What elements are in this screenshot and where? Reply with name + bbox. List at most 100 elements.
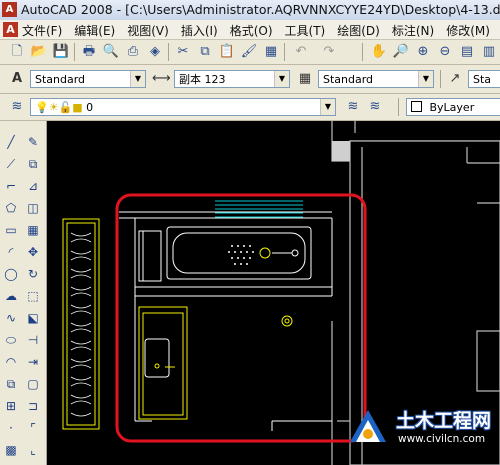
wall-column [332, 141, 350, 161]
toolbar-separator [362, 43, 363, 61]
text-style-value: Standard [35, 73, 86, 86]
plot-preview-icon[interactable]: 🔍 [102, 43, 120, 61]
menu-file[interactable]: 文件(F) [22, 22, 62, 39]
ellipse-icon[interactable]: ⬭ [2, 331, 20, 349]
table-style-icon[interactable]: ▦ [296, 70, 314, 88]
circle-icon[interactable]: ◯ [2, 265, 20, 283]
chevron-down-icon[interactable]: ▼ [130, 71, 145, 87]
fillet-icon[interactable]: ⌞ [24, 441, 42, 459]
design-center-icon[interactable]: ▥ [480, 43, 498, 61]
trim-icon[interactable]: ⊣ [24, 331, 42, 349]
ellipse-arc-icon[interactable]: ◠ [2, 353, 20, 371]
cut-icon[interactable]: ✂ [174, 43, 192, 61]
zoom-realtime-icon[interactable]: 🔎 [392, 43, 410, 61]
rectangle-icon[interactable]: ▭ [2, 221, 20, 239]
table-style-value: Standard [323, 73, 374, 86]
chevron-down-icon[interactable]: ▼ [418, 71, 433, 87]
3d-dwf-icon[interactable]: ◈ [146, 43, 164, 61]
break-icon[interactable]: ▢ [24, 375, 42, 393]
menu-view[interactable]: 视图(V) [127, 22, 169, 39]
save-icon[interactable]: 💾 [52, 43, 70, 61]
pan-icon[interactable]: ✋ [370, 43, 388, 61]
stretch-icon[interactable]: ⬕ [24, 309, 42, 327]
toolbar-separator [74, 43, 75, 61]
table-style-dropdown[interactable]: Standard ▼ [318, 70, 434, 88]
arc-icon[interactable]: ◜ [2, 243, 20, 261]
toolbar-separator [168, 43, 169, 61]
menu-modify[interactable]: 修改(M) [446, 22, 490, 39]
make-current-layer-icon[interactable]: ≋ [344, 98, 362, 116]
current-layer-value: 0 [86, 101, 94, 114]
color-control-dropdown[interactable]: ByLayer [406, 98, 500, 116]
open-file-icon[interactable]: 📂 [30, 43, 48, 61]
text-style-dropdown[interactable]: Standard ▼ [30, 70, 146, 88]
paste-icon[interactable]: 📋 [218, 43, 236, 61]
chevron-down-icon[interactable]: ▼ [320, 99, 335, 115]
menu-dimension[interactable]: 标注(N) [392, 22, 434, 39]
title-bar: A AutoCAD 2008 - [C:\Users\Administrator… [0, 0, 500, 21]
dimension-style-dropdown[interactable]: 副本 123 ▼ [174, 70, 290, 88]
print-icon[interactable]: 🖶 [80, 43, 98, 61]
offset-icon[interactable]: ◫ [24, 199, 42, 217]
zoom-previous-icon[interactable]: ⊖ [436, 43, 454, 61]
layer-previous-icon[interactable]: ≋ [366, 98, 384, 116]
zoom-window-icon[interactable]: ⊕ [414, 43, 432, 61]
polygon-icon[interactable]: ⬠ [2, 199, 20, 217]
text-style-icon[interactable]: A [8, 70, 26, 88]
erase-icon[interactable]: ✎ [24, 133, 42, 151]
copy-icon[interactable]: ⧉ [196, 43, 214, 61]
layers-toolbar: ≋ 💡☀🔓■ 0 ▼ ≋ ≋ ByLayer [0, 94, 500, 121]
multileader-style-value: Sta [473, 73, 492, 86]
match-properties-icon[interactable]: 🖌 [240, 43, 258, 61]
revision-cloud-icon[interactable]: ☁ [2, 287, 20, 305]
menu-bar: A 文件(F) 编辑(E) 视图(V) 插入(I) 格式(O) 工具(T) 绘图… [0, 20, 500, 40]
new-file-icon[interactable]: 🗋 [8, 43, 26, 61]
multileader-style-icon[interactable]: ↗ [446, 70, 464, 88]
autocad-app-icon[interactable]: A [2, 2, 17, 17]
watermark-url: www.civilcn.com [398, 433, 486, 445]
hatch-icon[interactable]: ▩ [2, 441, 20, 459]
properties-icon[interactable]: ▤ [458, 43, 476, 61]
window-title: AutoCAD 2008 - [C:\Users\Administrator.A… [21, 2, 500, 17]
menu-tools[interactable]: 工具(T) [285, 22, 326, 39]
point-icon[interactable]: · [2, 419, 20, 437]
multileader-style-dropdown[interactable]: Sta [468, 70, 500, 88]
menu-format[interactable]: 格式(O) [230, 22, 273, 39]
undo-icon[interactable]: ↶ [292, 43, 310, 61]
make-block-icon[interactable]: ⊞ [2, 397, 20, 415]
chamfer-icon[interactable]: ⌜ [24, 419, 42, 437]
join-icon[interactable]: ⊐ [24, 397, 42, 415]
extend-icon[interactable]: ⇥ [24, 353, 42, 371]
redo-icon[interactable]: ↷ [320, 43, 338, 61]
chevron-down-icon[interactable]: ▼ [274, 71, 289, 87]
spline-icon[interactable]: ∿ [2, 309, 20, 327]
menu-edit[interactable]: 编辑(E) [74, 22, 115, 39]
construction-line-icon[interactable]: ⟋ [2, 155, 20, 173]
rotate-icon[interactable]: ↻ [24, 265, 42, 283]
color-control-value: ByLayer [429, 101, 475, 114]
polyline-icon[interactable]: ⌐ [2, 177, 20, 195]
dimension-style-value: 副本 123 [179, 73, 226, 86]
move-icon[interactable]: ✥ [24, 243, 42, 261]
toolbar-separator [284, 43, 285, 61]
mirror-icon[interactable]: ⊿ [24, 177, 42, 195]
insert-block-icon[interactable]: ⧉ [2, 375, 20, 393]
menu-draw[interactable]: 绘图(D) [337, 22, 380, 39]
layer-manager-icon[interactable]: ≋ [8, 98, 26, 116]
autocad-logo-icon[interactable]: A [3, 22, 18, 37]
copy-object-icon[interactable]: ⧉ [24, 155, 42, 173]
toolbar-separator [440, 70, 441, 88]
color-swatch-icon [411, 101, 422, 112]
draw-modify-toolbars: ╱ ⟋ ⌐ ⬠ ▭ ◜ ◯ ☁ ∿ ⬭ ◠ ⧉ ⊞ · ▩ ✎ ⧉ ⊿ ◫ ▦ … [0, 121, 47, 465]
publish-icon[interactable]: ⎙ [124, 43, 142, 61]
layer-dropdown[interactable]: 💡☀🔓■ 0 ▼ [30, 98, 336, 116]
menu-insert[interactable]: 插入(I) [181, 22, 218, 39]
layer-state-icons: 💡☀🔓■ [35, 101, 87, 114]
line-icon[interactable]: ╱ [2, 133, 20, 151]
block-editor-icon[interactable]: ▦ [262, 43, 280, 61]
site-watermark: 土木工程网 www.civilcn.com [340, 400, 500, 458]
toolbar-separator [398, 98, 399, 116]
scale-icon[interactable]: ⬚ [24, 287, 42, 305]
array-icon[interactable]: ▦ [24, 221, 42, 239]
dimension-style-icon[interactable]: ⟷ [152, 70, 171, 88]
